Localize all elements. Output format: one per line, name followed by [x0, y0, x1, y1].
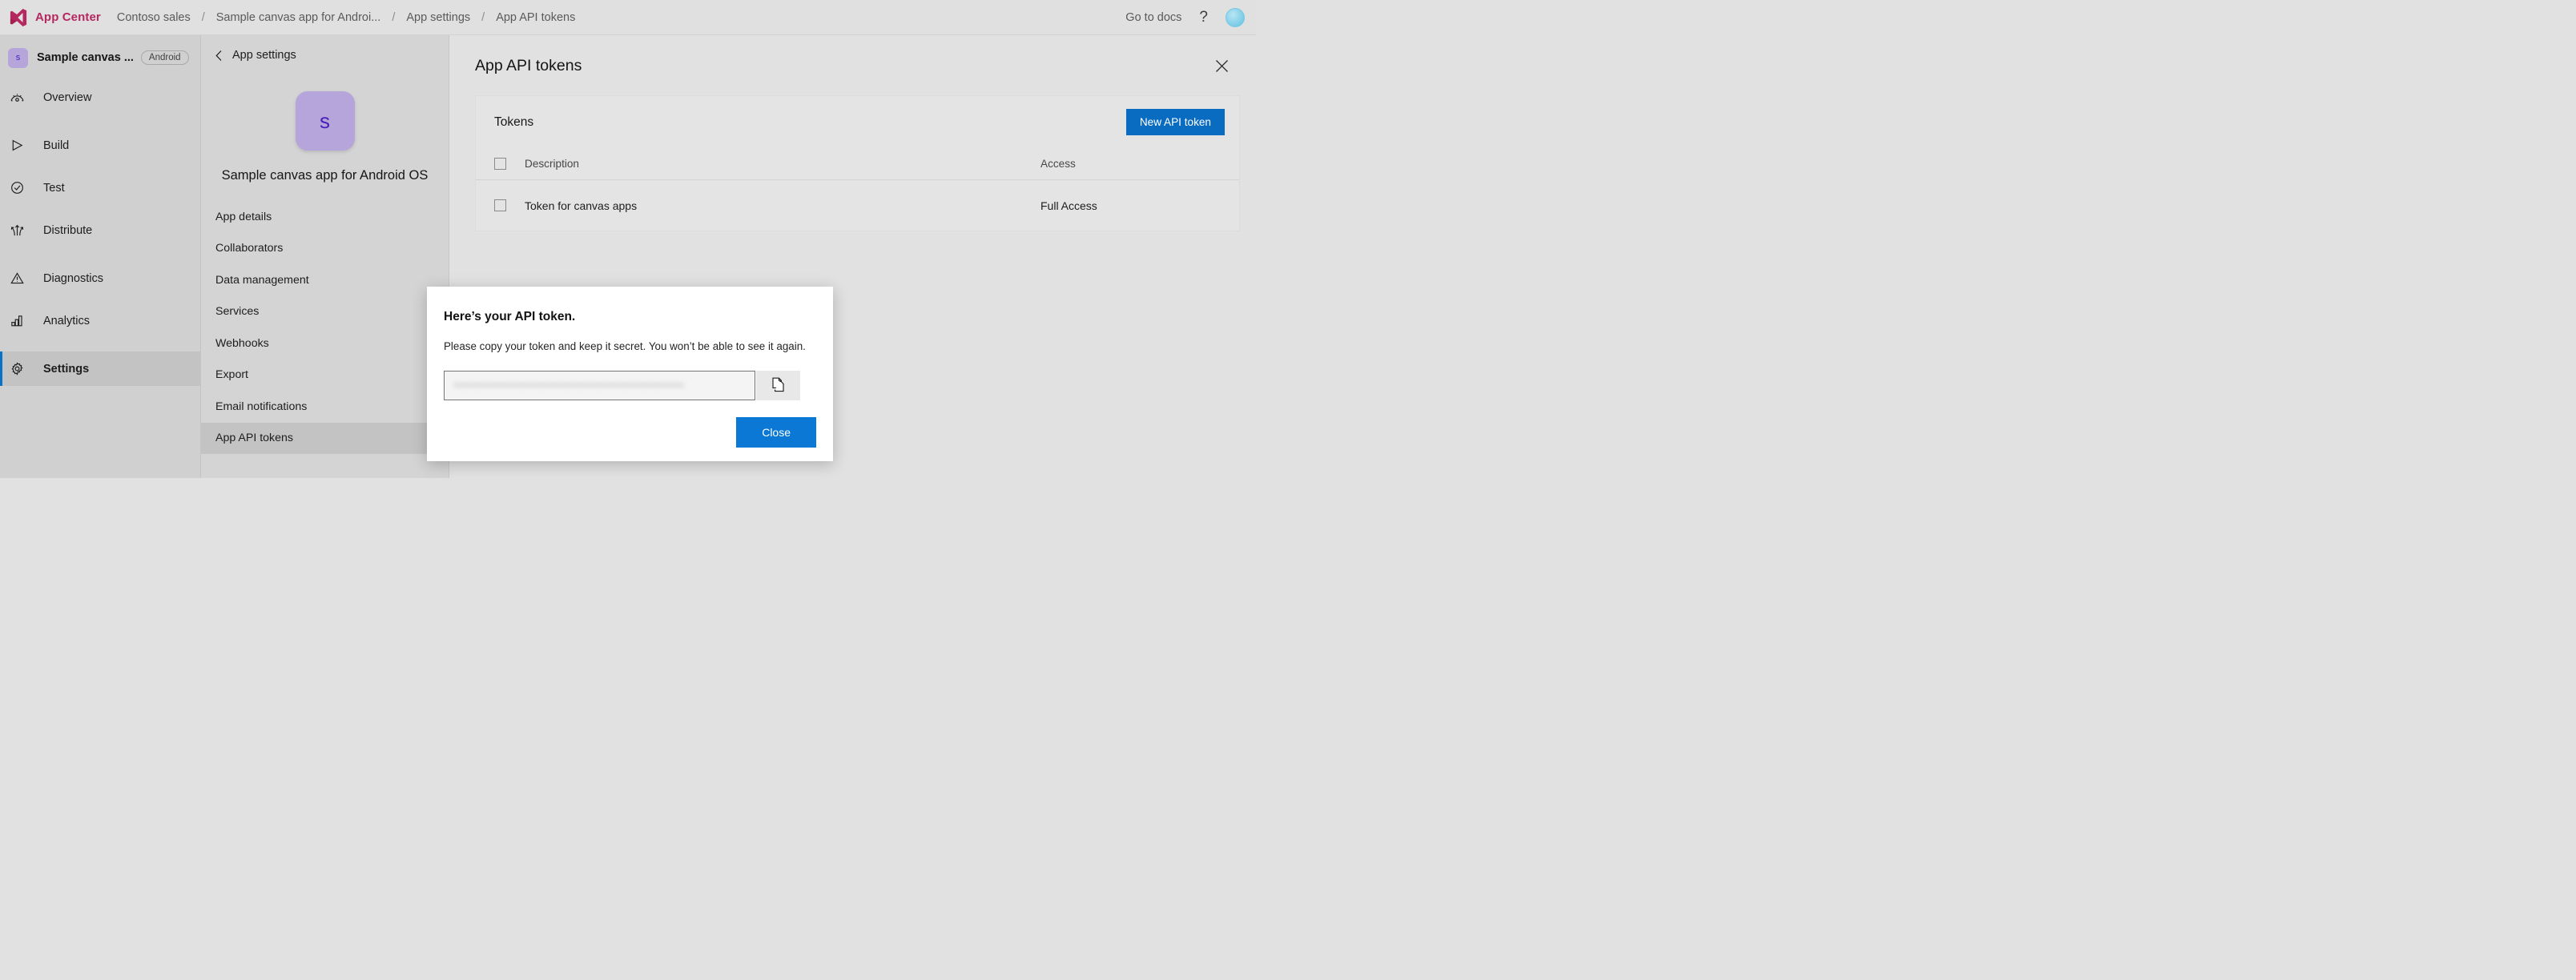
dialog-title: Here’s your API token. [444, 310, 576, 323]
sidebar-item-settings[interactable]: Settings [0, 351, 200, 386]
tokens-table-header: Description Access [476, 148, 1239, 180]
warning-triangle-icon [10, 271, 34, 286]
back-label: App settings [232, 49, 296, 62]
top-bar-actions: Go to docs ? [1125, 7, 1256, 27]
api-token-value: •••••••••••••••••••••••••••••••••••••••• [453, 380, 685, 392]
platform-badge: Android [140, 50, 189, 65]
settings-item-app-api-tokens[interactable]: App API tokens [201, 422, 449, 454]
check-circle-icon [10, 180, 34, 195]
gauge-icon [10, 90, 34, 105]
main-header: App API tokens [449, 35, 1256, 75]
settings-item-label: Services [215, 305, 260, 319]
top-bar: App Center Contoso sales / Sample canvas… [0, 0, 1256, 35]
settings-item-email-notifications[interactable]: Email notifications [201, 391, 449, 423]
settings-item-label: Export [215, 368, 249, 382]
settings-item-label: Webhooks [215, 336, 269, 350]
column-header-access: Access [1040, 158, 1076, 170]
left-nav-app-name: Sample canvas ... [37, 51, 134, 64]
sidebar-item-distribute[interactable]: Distribute [0, 213, 200, 247]
left-nav: s Sample canvas ... Android Overview Bui… [0, 35, 201, 478]
tokens-card-header: Tokens New API token [476, 96, 1239, 148]
settings-item-label: Data management [215, 273, 309, 287]
breadcrumb-item-app[interactable]: Sample canvas app for Androi... [215, 11, 383, 24]
left-nav-app-header[interactable]: s Sample canvas ... Android [0, 35, 200, 80]
play-triangle-icon [10, 138, 34, 153]
page-title: App API tokens [475, 57, 582, 74]
settings-item-label: Collaborators [215, 242, 284, 255]
new-api-token-button[interactable]: New API token [1125, 109, 1225, 135]
sidebar-item-label: Analytics [43, 314, 91, 327]
dialog-actions: Close [444, 417, 816, 448]
settings-item-app-details[interactable]: App details [201, 201, 449, 233]
copy-pages-icon [771, 376, 786, 396]
brand-app-center[interactable]: App Center [35, 10, 101, 24]
cell-access: Full Access [1040, 199, 1097, 212]
tokens-card-title: Tokens [494, 114, 534, 129]
breadcrumb-item-org[interactable]: Contoso sales [115, 11, 192, 24]
back-to-app-settings-button[interactable]: App settings [201, 39, 449, 71]
settings-item-label: App API tokens [215, 432, 294, 445]
question-mark-icon[interactable]: ? [1199, 10, 1208, 25]
settings-item-label: App details [215, 210, 272, 223]
sidebar-item-label: Build [43, 139, 70, 152]
distribute-arrows-icon [10, 223, 34, 238]
sidebar-item-label: Settings [43, 362, 90, 376]
dialog-description: Please copy your token and keep it secre… [444, 340, 806, 352]
settings-item-label: Email notifications [215, 400, 308, 413]
breadcrumb-separator: / [201, 10, 205, 24]
cell-description: Token for canvas apps [525, 199, 638, 212]
copy-token-button[interactable] [756, 371, 800, 400]
bar-chart-icon [10, 313, 34, 328]
sidebar-item-label: Test [43, 181, 65, 195]
table-row[interactable]: Token for canvas apps Full Access [476, 180, 1239, 231]
sidebar-item-analytics[interactable]: Analytics [0, 303, 200, 338]
row-checkbox[interactable] [494, 199, 506, 211]
api-token-dialog: Here’s your API token. Please copy your … [427, 287, 833, 461]
sidebar-item-test[interactable]: Test [0, 171, 200, 205]
sidebar-item-label: Diagnostics [43, 271, 103, 285]
breadcrumb-separator: / [481, 10, 485, 24]
breadcrumb-item-app-settings[interactable]: App settings [405, 11, 472, 24]
breadcrumb-separator: / [392, 10, 396, 24]
app-badge-icon: s [8, 47, 28, 68]
sidebar-item-build[interactable]: Build [0, 128, 200, 163]
settings-item-webhooks[interactable]: Webhooks [201, 327, 449, 359]
sidebar-item-diagnostics[interactable]: Diagnostics [0, 261, 200, 295]
settings-menu-list: App details Collaborators Data managemen… [201, 201, 449, 454]
column-header-description: Description [525, 158, 579, 170]
token-field-row: •••••••••••••••••••••••••••••••••••••••• [444, 371, 816, 400]
select-all-checkbox[interactable] [494, 158, 506, 170]
api-token-input[interactable]: •••••••••••••••••••••••••••••••••••••••• [444, 371, 755, 400]
go-to-docs-link[interactable]: Go to docs [1125, 11, 1181, 24]
settings-item-collaborators[interactable]: Collaborators [201, 233, 449, 265]
app-full-name: Sample canvas app for Android OS [221, 168, 429, 183]
settings-item-export[interactable]: Export [201, 359, 449, 392]
breadcrumb: Contoso sales / Sample canvas app for An… [115, 11, 578, 24]
visual-studio-logo-icon [10, 8, 27, 26]
sidebar-item-label: Distribute [43, 223, 93, 237]
close-button[interactable]: Close [736, 417, 816, 448]
sidebar-item-overview[interactable]: Overview [0, 80, 200, 114]
settings-item-data-management[interactable]: Data management [201, 264, 449, 296]
close-x-icon[interactable] [1213, 58, 1230, 75]
app-settings-panel: App settings s Sample canvas app for And… [201, 35, 449, 478]
avatar[interactable] [1226, 7, 1245, 27]
gear-icon [10, 361, 34, 376]
tokens-card: Tokens New API token Description Access … [475, 95, 1240, 231]
settings-item-services[interactable]: Services [201, 296, 449, 328]
chevron-left-icon [215, 50, 223, 62]
app-icon-large: s [295, 91, 355, 151]
breadcrumb-item-app-api-tokens[interactable]: App API tokens [494, 11, 577, 24]
sidebar-item-label: Overview [43, 90, 92, 104]
